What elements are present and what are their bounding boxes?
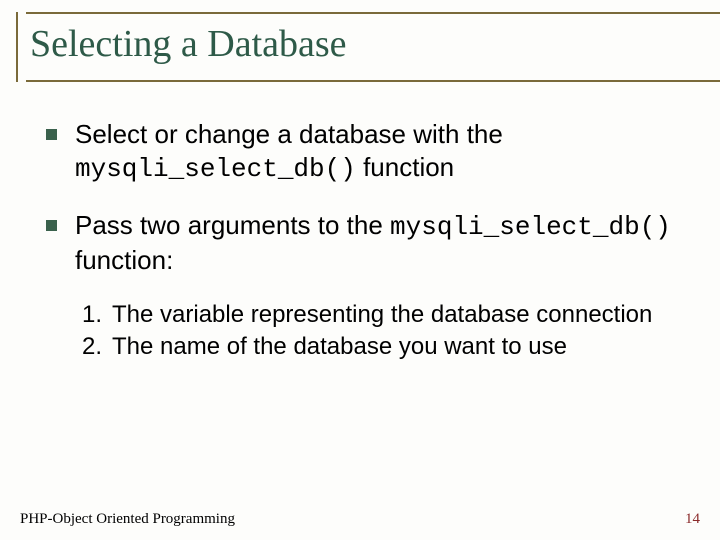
code-run: mysqli_select_db()	[390, 212, 671, 242]
square-bullet-icon	[46, 129, 57, 140]
list-item: 1. The variable representing the databas…	[82, 299, 680, 331]
slide-title: Selecting a Database	[30, 22, 720, 66]
square-bullet-icon	[46, 220, 57, 231]
list-number: 1.	[82, 299, 112, 331]
text-run: Pass two arguments to the	[75, 210, 390, 240]
text-run: Select or change a database with the	[75, 119, 503, 149]
bullet-text: Pass two arguments to the mysqli_select_…	[75, 209, 680, 278]
bullet-text: Select or change a database with the mys…	[75, 118, 680, 187]
code-run: mysqli_select_db()	[75, 154, 356, 184]
text-run: function	[356, 152, 454, 182]
bullet-item: Pass two arguments to the mysqli_select_…	[46, 209, 680, 278]
numbered-list: 1. The variable representing the databas…	[82, 299, 680, 362]
slide-footer: PHP-Object Oriented Programming 14	[20, 511, 700, 528]
page-number: 14	[685, 511, 700, 528]
title-rule-box: Selecting a Database	[26, 12, 720, 82]
list-text: The variable representing the database c…	[112, 299, 652, 331]
footer-text: PHP-Object Oriented Programming	[20, 511, 235, 528]
list-item: 2. The name of the database you want to …	[82, 331, 680, 363]
text-run: function:	[75, 245, 173, 275]
bullet-item: Select or change a database with the mys…	[46, 118, 680, 187]
slide-body: Select or change a database with the mys…	[20, 82, 700, 362]
list-number: 2.	[82, 331, 112, 363]
list-text: The name of the database you want to use	[112, 331, 567, 363]
